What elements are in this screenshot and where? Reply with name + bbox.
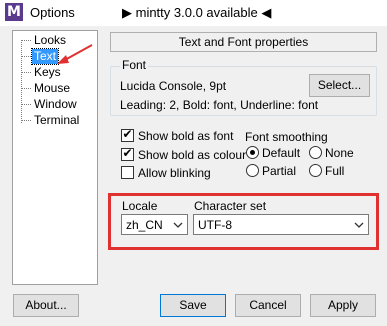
smoothing-partial-radio[interactable] bbox=[246, 164, 259, 177]
smoothing-partial-label[interactable]: Partial bbox=[262, 164, 296, 178]
save-button[interactable]: Save bbox=[160, 294, 226, 317]
tree-item-label: Mouse bbox=[34, 81, 71, 95]
annotation-arrow-icon bbox=[57, 44, 93, 64]
show-bold-as-colour-label[interactable]: Show bold as colour bbox=[138, 148, 246, 162]
smoothing-none-radio[interactable] bbox=[309, 146, 322, 159]
update-status: ▶ mintty 3.0.0 available ◀ bbox=[122, 5, 272, 20]
allow-blinking-label[interactable]: Allow blinking bbox=[138, 166, 211, 180]
checkmark-icon: ✔ bbox=[122, 127, 133, 141]
cancel-button[interactable]: Cancel bbox=[235, 294, 301, 317]
mintty-app-icon: M bbox=[5, 3, 23, 21]
tree-item-label: Terminal bbox=[34, 113, 80, 127]
locale-value: zh_CN bbox=[126, 218, 163, 232]
allow-blinking-checkbox[interactable] bbox=[121, 166, 134, 179]
locale-select[interactable]: zh_CN bbox=[121, 214, 188, 235]
about-button[interactable]: About... bbox=[13, 294, 79, 317]
locale-label: Locale bbox=[122, 199, 158, 213]
smoothing-default-label[interactable]: Default bbox=[262, 146, 300, 160]
font-group-label: Font bbox=[120, 58, 149, 72]
charset-label: Character set bbox=[194, 199, 267, 213]
chevron-down-icon bbox=[173, 222, 183, 228]
charset-select[interactable]: UTF-8 bbox=[193, 214, 369, 235]
window-title: Options bbox=[30, 5, 75, 20]
smoothing-full-radio[interactable] bbox=[309, 164, 322, 177]
tree-item-label: Window bbox=[34, 97, 77, 111]
title-bar: M Options ▶ mintty 3.0.0 available ◀ bbox=[0, 0, 387, 26]
apply-button[interactable]: Apply bbox=[310, 294, 376, 317]
category-tree[interactable]: Looks Text Keys Mouse Window Terminal bbox=[12, 30, 98, 285]
smoothing-full-label[interactable]: Full bbox=[325, 164, 344, 178]
font-name: Lucida Console, 9pt bbox=[120, 79, 227, 93]
select-font-button[interactable]: Select... bbox=[309, 74, 370, 97]
smoothing-default-radio[interactable] bbox=[246, 146, 259, 159]
show-bold-as-font-checkbox[interactable]: ✔ bbox=[121, 127, 134, 142]
chevron-down-icon bbox=[354, 222, 364, 228]
font-smoothing-label: Font smoothing bbox=[245, 130, 328, 144]
charset-value: UTF-8 bbox=[198, 218, 232, 232]
tree-item-window[interactable]: Window bbox=[21, 97, 91, 112]
checkmark-icon: ✔ bbox=[122, 146, 133, 160]
show-bold-as-colour-checkbox[interactable]: ✔ bbox=[121, 146, 134, 161]
smoothing-none-label[interactable]: None bbox=[325, 146, 354, 160]
section-header: Text and Font properties bbox=[110, 32, 377, 52]
tree-item-mouse[interactable]: Mouse bbox=[21, 81, 91, 96]
tree-item-terminal[interactable]: Terminal bbox=[21, 113, 91, 128]
font-details: Leading: 2, Bold: font, Underline: font bbox=[120, 98, 319, 112]
show-bold-as-font-label[interactable]: Show bold as font bbox=[138, 129, 233, 143]
